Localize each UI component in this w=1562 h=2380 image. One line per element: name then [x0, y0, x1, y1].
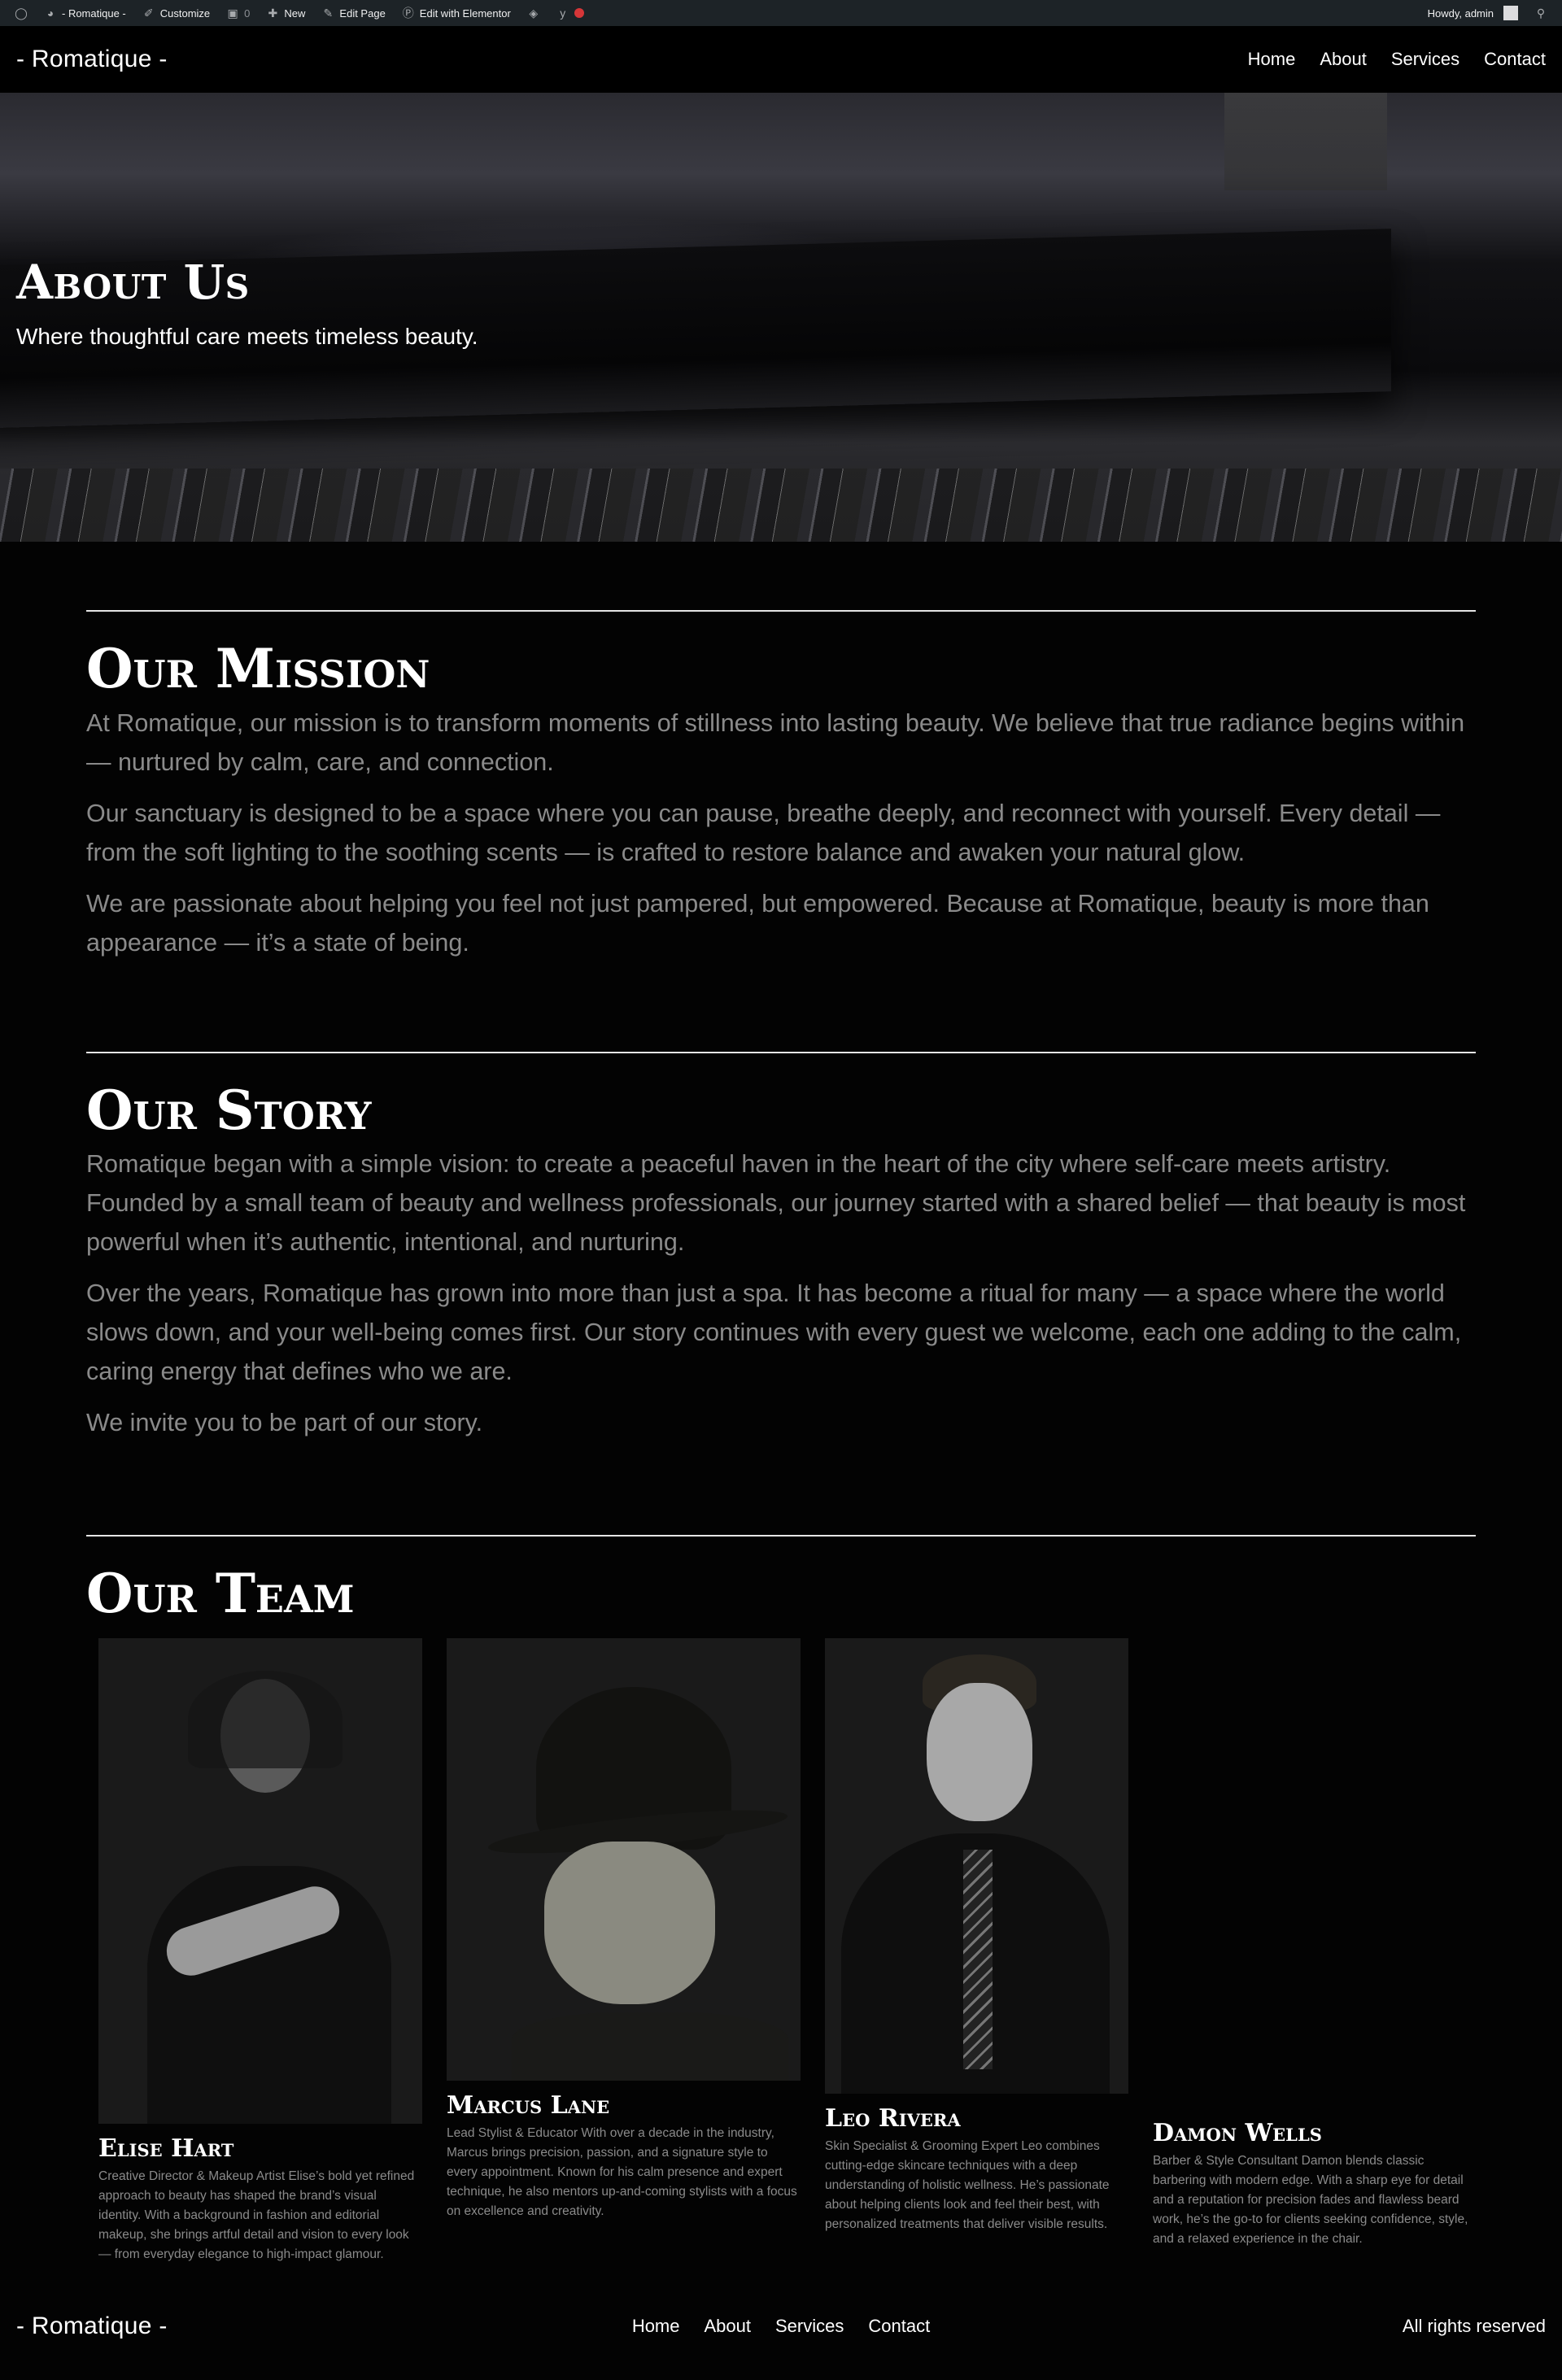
admin-bar-account[interactable]: Howdy, admin	[1420, 0, 1526, 26]
team-member-name: Marcus Lane	[447, 2090, 610, 2120]
story-paragraph: Over the years, Romatique has grown into…	[86, 1279, 1462, 1386]
pencil-icon: ✎	[323, 6, 334, 20]
admin-bar-comments[interactable]: ▣ 0	[218, 0, 258, 26]
admin-bar-edit-page[interactable]: ✎ Edit Page	[313, 0, 393, 26]
nav-services[interactable]: Services	[1391, 49, 1459, 70]
team-member-photo	[447, 1637, 801, 2081]
mission-section: Our Mission At Romatique, our mission is…	[86, 610, 1476, 962]
hero-banner: About Us Where thoughtful care meets tim…	[0, 93, 1562, 542]
nav-contact[interactable]: Contact	[1484, 49, 1546, 70]
nav-about[interactable]: About	[1320, 49, 1367, 70]
hero-text: About Us Where thoughtful care meets tim…	[16, 255, 478, 350]
team-member-bio: Skin Specialist & Grooming Expert Leo co…	[825, 2138, 1110, 2231]
search-icon: ⚲	[1536, 6, 1546, 20]
story-title: Our Story	[86, 1078, 372, 1142]
brush-icon: ✐	[143, 6, 154, 20]
portrait-tie	[963, 1849, 993, 2069]
mission-title: Our Mission	[86, 637, 430, 700]
team-grid: Elise Hart Creative Director & Makeup Ar…	[86, 1628, 1476, 2295]
team-member-name: Damon Wells	[1153, 2118, 1322, 2147]
site-logo[interactable]: - Romatique -	[16, 46, 168, 73]
team-member-bio: Barber & Style Consultant Damon blends c…	[1153, 2153, 1468, 2246]
site-footer: - Romatique - Home About Services Contac…	[0, 2295, 1562, 2357]
mission-paragraph: We are passionate about helping you feel…	[86, 889, 1429, 957]
team-member-bio: Creative Director & Makeup Artist Elise’…	[98, 2169, 415, 2261]
wordpress-logo-icon[interactable]: ◯	[7, 0, 36, 26]
avatar	[1503, 6, 1518, 20]
hero-background-marble	[0, 469, 1562, 542]
portrait-shoulders	[512, 2012, 788, 2081]
admin-bar-diamond[interactable]: ◈	[519, 0, 548, 26]
footer-copyright: All rights reserved	[1402, 2315, 1546, 2336]
admin-bar-seo[interactable]: y	[548, 0, 592, 26]
comment-icon: ▣	[227, 6, 238, 20]
team-member-card: Marcus Lane Lead Stylist & Educator With…	[447, 1637, 801, 2221]
footer-nav: Home About Services Contact	[632, 2316, 930, 2337]
team-member-bio: Lead Stylist & Educator With over a deca…	[447, 2125, 797, 2218]
nav-home[interactable]: Home	[1248, 49, 1296, 70]
portrait-face	[544, 1841, 715, 2004]
dashboard-icon: ◕	[46, 7, 55, 20]
diamond-icon: ◈	[529, 6, 539, 20]
story-paragraph: Romatique began with a simple vision: to…	[86, 1150, 1466, 1257]
section-divider	[86, 610, 1476, 612]
story-paragraph: We invite you to be part of our story.	[86, 1409, 483, 1437]
yoast-icon: y	[560, 7, 566, 20]
mission-paragraph: Our sanctuary is designed to be a space …	[86, 799, 1441, 866]
team-member-photo	[98, 1637, 422, 2124]
portrait-face	[927, 1682, 1032, 1821]
plus-icon: ✚	[268, 6, 278, 20]
seo-status-dot-icon	[574, 8, 584, 18]
team-member-card: Leo Rivera Skin Specialist & Grooming Ex…	[825, 1637, 1128, 2234]
team-title: Our Team	[86, 1562, 355, 1626]
page-title: About Us	[16, 255, 250, 310]
team-member-card: Damon Wells Barber & Style Consultant Da…	[1153, 2108, 1472, 2249]
hero-subtitle: Where thoughtful care meets timeless bea…	[16, 323, 478, 349]
team-member-photo	[825, 1637, 1128, 2094]
elementor-icon: Ⓟ	[402, 7, 414, 20]
team-member-card: Elise Hart Creative Director & Makeup Ar…	[98, 1637, 422, 2264]
wp-admin-bar: ◯ ◕ - Romatique - ✐ Customize ▣ 0 ✚ New …	[0, 0, 1562, 26]
admin-bar-elementor[interactable]: Ⓟ Edit with Elementor	[394, 0, 519, 26]
portrait-hair	[188, 1670, 343, 1768]
mission-paragraph: At Romatique, our mission is to transfor…	[86, 708, 1465, 776]
admin-bar-site-link[interactable]: ◕ - Romatique -	[36, 0, 134, 26]
story-section: Our Story Romatique began with a simple …	[86, 1051, 1476, 1443]
section-divider	[86, 1535, 1476, 1537]
footer-logo[interactable]: - Romatique -	[16, 2312, 168, 2340]
team-section: Our Team Elise Hart Creative Director & …	[86, 1535, 1476, 2295]
site-header: - Romatique - Home About Services Contac…	[0, 26, 1562, 93]
footer-nav-services[interactable]: Services	[775, 2316, 844, 2337]
footer-nav-contact[interactable]: Contact	[868, 2316, 930, 2337]
team-member-name: Leo Rivera	[825, 2103, 961, 2133]
section-divider	[86, 1051, 1476, 1053]
footer-nav-home[interactable]: Home	[632, 2316, 680, 2337]
admin-bar-search[interactable]: ⚲	[1526, 0, 1555, 26]
main-nav: Home About Services Contact	[1248, 49, 1546, 70]
footer-nav-about[interactable]: About	[705, 2316, 752, 2337]
admin-bar-customize[interactable]: ✐ Customize	[134, 0, 218, 26]
admin-bar-new[interactable]: ✚ New	[258, 0, 313, 26]
team-member-name: Elise Hart	[98, 2134, 234, 2163]
hero-background-shelf	[1224, 93, 1387, 190]
